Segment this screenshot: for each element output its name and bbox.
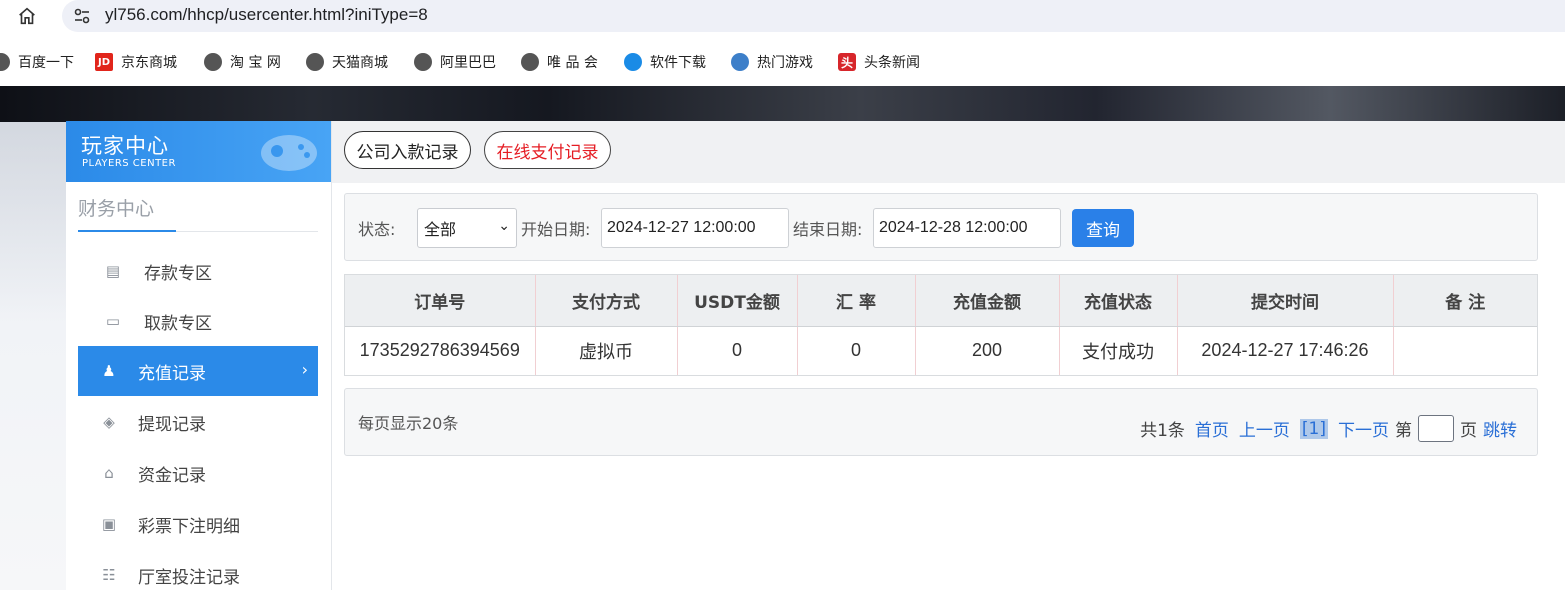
page: 玩家中心 PLAYERS CENTER 财务中心 ▤ 存款专区 ▭ 取款专区 ♟… — [0, 86, 1565, 590]
first-page-link[interactable]: 首页 — [1195, 416, 1229, 441]
game-icon — [731, 53, 749, 71]
cell-status: 支付成功 — [1059, 326, 1178, 375]
sidebar: 玩家中心 PLAYERS CENTER 财务中心 ▤ 存款专区 ▭ 取款专区 ♟… — [66, 121, 332, 590]
url-text: yl756.com/hhcp/usercenter.html?iniType=8 — [105, 5, 428, 24]
cell-usdt-amount: 0 — [677, 326, 798, 375]
sidebar-item-deposit[interactable]: ▤ 存款专区 — [78, 246, 318, 296]
browser-address-bar: yl756.com/hhcp/usercenter.html?iniType=8 — [0, 0, 1565, 34]
recharge-table: 订单号 支付方式 USDT金额 汇 率 充值金额 充值状态 提交时间 备 注 1… — [344, 274, 1538, 376]
tab-company-deposit[interactable]: 公司入款记录 — [344, 131, 471, 169]
prev-page-link[interactable]: 上一页 — [1239, 416, 1290, 441]
pagination-bar: 每页显示20条 共1条 首页 上一页 [1] 下一页 第 页 跳转 — [344, 388, 1538, 456]
cash-icon: ▭ — [105, 312, 121, 330]
cell-remark — [1393, 326, 1537, 375]
bookmark-alibaba[interactable]: 阿里巴巴 — [414, 52, 496, 72]
sidebar-title: 玩家中心 — [81, 134, 169, 158]
records-icon: ☷ — [102, 566, 116, 584]
end-date-label: 结束日期: — [793, 220, 863, 239]
section-finance: 财务中心 — [78, 198, 155, 220]
globe-icon — [521, 53, 539, 71]
globe-icon — [414, 53, 432, 71]
table-header-row: 订单号 支付方式 USDT金额 汇 率 充值金额 充值状态 提交时间 备 注 — [345, 275, 1537, 327]
jump-link[interactable]: 跳转 — [1483, 416, 1517, 441]
bookmark-download[interactable]: 软件下载 — [624, 52, 706, 72]
table-row: 1735292786394569 虚拟币 0 0 200 支付成功 2024-1… — [345, 326, 1537, 375]
page-prefix: 第 — [1395, 421, 1412, 441]
sidebar-item-recharge-records[interactable]: ♟ 充值记录 › — [78, 346, 318, 396]
status-select[interactable]: 全部 ⌄ — [417, 208, 517, 248]
news-icon: 头 — [838, 53, 856, 71]
chevron-right-icon: › — [301, 360, 308, 379]
page-jump-input[interactable] — [1418, 415, 1454, 442]
total-count: 共1条 — [1140, 421, 1185, 441]
cell-rate: 0 — [797, 326, 916, 375]
bookmark-jd[interactable]: JD 京东商城 — [95, 52, 177, 72]
bookmark-news[interactable]: 头 头条新闻 — [838, 52, 920, 72]
jd-icon: JD — [95, 53, 113, 71]
filter-bar: 状态: 全部 ⌄ 开始日期: 2024-12-27 12:00:00 结束日期:… — [344, 193, 1538, 261]
url-field[interactable]: yl756.com/hhcp/usercenter.html?iniType=8 — [62, 0, 1565, 32]
section-active-underline — [78, 230, 176, 232]
list-icon: ▣ — [101, 515, 117, 533]
sidebar-item-withdraw-records[interactable]: ◈ 提现记录 — [78, 397, 318, 447]
cell-submit-time: 2024-12-27 17:46:26 — [1177, 326, 1394, 375]
current-page[interactable]: [1] — [1299, 418, 1328, 439]
withdraw-icon: ◈ — [103, 413, 115, 431]
main-content: 公司入款记录 在线支付记录 状态: 全部 ⌄ 开始日期: 2024-12-27 … — [332, 121, 1565, 590]
bookmark-tmall[interactable]: 天猫商城 — [306, 52, 388, 72]
pagination: 共1条 首页 上一页 [1] 下一页 第 页 跳转 — [1140, 415, 1517, 442]
site-settings-icon[interactable] — [72, 6, 92, 26]
col-usdt-amount: USDT金额 — [677, 275, 798, 327]
col-submit-time: 提交时间 — [1177, 275, 1394, 327]
col-order-no: 订单号 — [345, 275, 536, 327]
col-amount: 充值金额 — [915, 275, 1060, 327]
bookmark-baidu[interactable]: 百度一下 — [0, 52, 74, 72]
status-label: 状态: — [358, 220, 396, 239]
home-icon[interactable] — [16, 5, 38, 27]
tab-online-payment[interactable]: 在线支付记录 — [484, 131, 611, 169]
end-date-input[interactable]: 2024-12-28 12:00:00 — [873, 208, 1061, 248]
sidebar-item-hall-bets[interactable]: ☷ 厅室投注记录 — [78, 550, 318, 590]
cell-amount: 200 — [915, 326, 1060, 375]
sidebar-item-lottery-bets[interactable]: ▣ 彩票下注明细 — [78, 499, 318, 549]
moneybag-icon: ♟ — [102, 362, 116, 380]
gamepad-icon — [261, 135, 317, 171]
globe-icon — [306, 53, 324, 71]
globe-icon — [0, 53, 10, 71]
col-rate: 汇 率 — [797, 275, 916, 327]
globe-icon — [204, 53, 222, 71]
chevron-down-icon: ⌄ — [498, 218, 510, 234]
card-icon: ▤ — [105, 262, 121, 280]
col-remark: 备 注 — [1393, 275, 1537, 327]
sidebar-item-fund-records[interactable]: ⌂ 资金记录 — [78, 448, 318, 498]
record-tabs: 公司入款记录 在线支付记录 — [332, 121, 1565, 183]
sidebar-item-withdrawal[interactable]: ▭ 取款专区 — [78, 296, 318, 346]
bookmark-games[interactable]: 热门游戏 — [731, 52, 813, 72]
col-pay-method: 支付方式 — [535, 275, 678, 327]
cell-pay-method: 虚拟币 — [535, 326, 678, 375]
start-date-input[interactable]: 2024-12-27 12:00:00 — [601, 208, 789, 248]
download-icon — [624, 53, 642, 71]
bookmark-taobao[interactable]: 淘 宝 网 — [204, 52, 281, 72]
query-button[interactable]: 查询 — [1072, 209, 1134, 247]
fund-icon: ⌂ — [104, 464, 114, 482]
sidebar-subtitle: PLAYERS CENTER — [82, 158, 176, 169]
cell-order-no: 1735292786394569 — [345, 326, 536, 375]
start-date-label: 开始日期: — [521, 220, 591, 239]
sidebar-header: 玩家中心 PLAYERS CENTER — [66, 121, 331, 182]
header-banner — [0, 86, 1565, 122]
col-status: 充值状态 — [1059, 275, 1178, 327]
bookmark-vip[interactable]: 唯 品 会 — [521, 52, 598, 72]
next-page-link[interactable]: 下一页 — [1338, 416, 1389, 441]
bookmarks-bar: 百度一下 JD 京东商城 淘 宝 网 天猫商城 阿里巴巴 唯 品 会 软件下载 … — [0, 44, 1565, 80]
page-suffix: 页 — [1460, 421, 1477, 441]
per-page-text: 每页显示20条 — [358, 414, 459, 433]
